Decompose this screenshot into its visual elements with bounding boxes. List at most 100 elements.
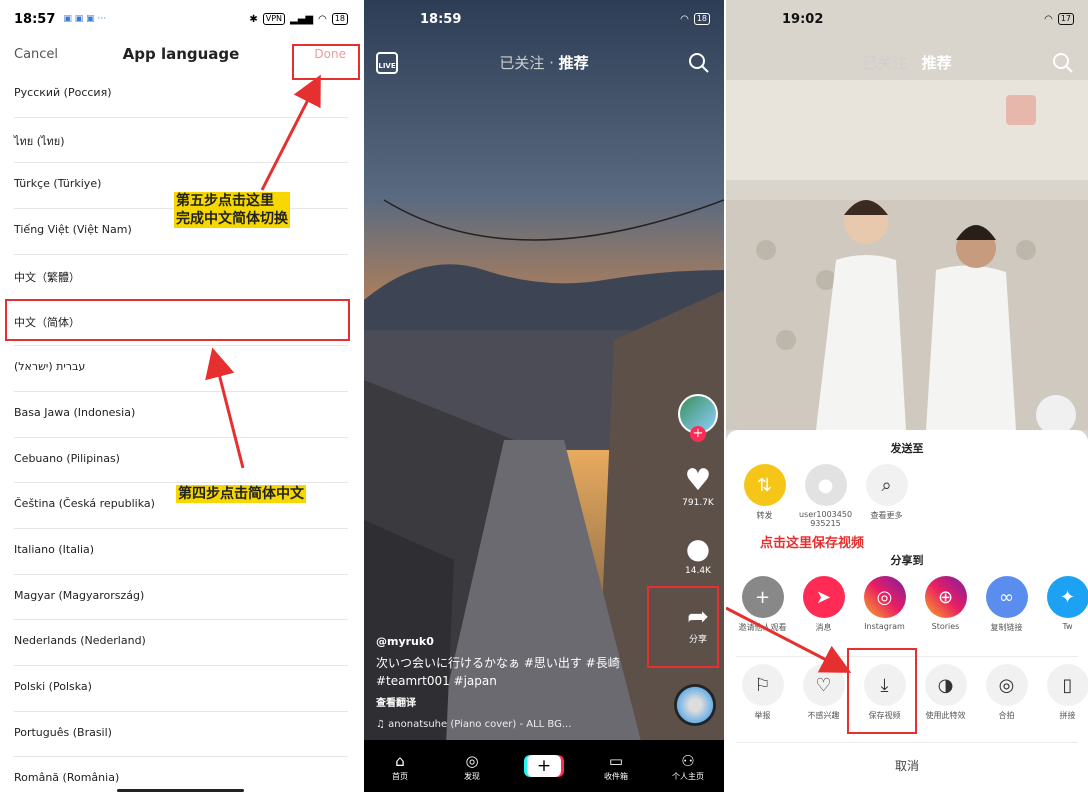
plus-icon: + bbox=[527, 755, 561, 777]
nav-discover[interactable]: ◎ 发现 bbox=[447, 751, 497, 782]
language-item[interactable]: עברית (ישראל) bbox=[14, 346, 348, 392]
status-bar: 19:02 ◠ 17 bbox=[726, 0, 1088, 38]
highlight-save-video-box bbox=[847, 648, 917, 734]
language-item[interactable]: 中文（繁體） bbox=[14, 255, 348, 301]
like-button[interactable]: ♥ 791.7K bbox=[678, 464, 718, 509]
language-item[interactable]: Magyar (Magyarország) bbox=[14, 575, 348, 621]
language-label: Cebuano (Pilipinas) bbox=[14, 451, 120, 465]
follow-plus-icon[interactable]: + bbox=[690, 426, 706, 442]
invite-icon: + bbox=[741, 576, 784, 618]
comment-count: 14.4K bbox=[685, 566, 711, 576]
language-item[interactable]: Português (Brasil) bbox=[14, 712, 348, 758]
share-option[interactable]: ● user1003450 935215 bbox=[795, 464, 856, 528]
share-option[interactable]: ◎ Instagram bbox=[854, 576, 915, 633]
search-icon: ⌕ bbox=[865, 464, 908, 506]
share-option[interactable]: + 邀请他人观看 bbox=[732, 576, 793, 633]
language-item[interactable]: Polski (Polska) bbox=[14, 666, 348, 712]
language-item[interactable]: Italiano (Italia) bbox=[14, 529, 348, 575]
tab-recommend[interactable]: 推荐 bbox=[559, 54, 589, 72]
creator-avatar[interactable]: + bbox=[678, 394, 718, 442]
like-count: 791.7K bbox=[682, 498, 714, 508]
status-bar: 18:57 ▣ ▣ ▣ ··· ✱ VPN ▂▄▆ ◠ 18 bbox=[0, 0, 362, 38]
profile-icon: ⚇ bbox=[681, 751, 695, 770]
share-sheet: 发送至 ⇅ 转发 ● user1003450 935215 ⌕ 查看更多 点击这里保存视频… bbox=[726, 430, 1088, 792]
cancel-button[interactable]: 取消 bbox=[726, 757, 1088, 774]
battery-icon: 18 bbox=[331, 13, 348, 25]
option-label: 复制链接 bbox=[990, 623, 1023, 632]
top-nav: LIVE 已关注 · 推荐 bbox=[364, 48, 724, 78]
option-label: Stories bbox=[931, 622, 960, 631]
username[interactable]: @myruk0 bbox=[376, 635, 636, 648]
message-icon: ➤ bbox=[802, 576, 845, 618]
tab-following[interactable]: 已关注 bbox=[499, 54, 544, 72]
comment-button[interactable]: ● 14.4K bbox=[678, 532, 718, 576]
language-settings-panel: 18:57 ▣ ▣ ▣ ··· ✱ VPN ▂▄▆ ◠ 18 Cancel Ap… bbox=[0, 0, 362, 792]
search-icon[interactable] bbox=[688, 52, 710, 74]
share-option[interactable]: ⊕ Stories bbox=[915, 576, 976, 633]
language-label: Magyar (Magyarország) bbox=[14, 588, 145, 602]
inbox-icon: ▭ bbox=[608, 751, 624, 770]
broken-heart-icon: ♡ bbox=[802, 664, 845, 706]
language-item[interactable]: Cebuano (Pilipinas) bbox=[14, 438, 348, 484]
annotation-save: 点击这里保存视频 bbox=[760, 536, 865, 551]
music-title: anonatsuhe (Piano cover) - ALL BG... bbox=[388, 719, 572, 730]
language-label: Basa Jawa (Indonesia) bbox=[14, 405, 136, 419]
tab-recommend[interactable]: 推荐 bbox=[922, 54, 952, 72]
translate-link[interactable]: 查看翻译 bbox=[376, 694, 636, 709]
option-label: 消息 bbox=[815, 623, 832, 632]
share-to-title: 分享到 bbox=[890, 554, 924, 567]
language-item[interactable]: ไทย (ไทย) bbox=[14, 118, 348, 164]
create-button[interactable]: + bbox=[519, 755, 569, 777]
user-avatar-icon: ● bbox=[804, 464, 847, 506]
instagram-icon: ◎ bbox=[863, 576, 906, 618]
share-option[interactable]: ♡ 不感兴趣 bbox=[793, 664, 854, 721]
status-time: 18:57 bbox=[14, 11, 56, 27]
compass-icon: ◎ bbox=[465, 751, 479, 770]
flag-icon: ⚐ bbox=[741, 664, 784, 706]
mask-icon: ◑ bbox=[924, 664, 967, 706]
music-note-icon: ♫ bbox=[376, 719, 389, 730]
battery-icon: 17 bbox=[1057, 13, 1074, 25]
wifi-icon: ◠ bbox=[680, 13, 689, 25]
share-option[interactable]: ◎ 合拍 bbox=[976, 664, 1037, 721]
language-item[interactable]: Română (România) bbox=[14, 757, 348, 792]
twitter-icon: ✦ bbox=[1046, 576, 1088, 618]
language-list: Русский (Россия) ไทย (ไทย) Türkçe (Türkiye… bbox=[0, 72, 362, 792]
share-option[interactable]: ◑ 使用此特效 bbox=[915, 664, 976, 721]
send-row: ⇅ 转发 ● user1003450 935215 ⌕ 查看更多 bbox=[734, 464, 1088, 528]
share-option[interactable]: ➤ 消息 bbox=[793, 576, 854, 633]
comment-icon: ● bbox=[685, 532, 711, 565]
option-label: 拼接 bbox=[1059, 711, 1076, 720]
share-option[interactable]: ⌕ 查看更多 bbox=[856, 464, 917, 528]
highlight-simplified-chinese-box bbox=[5, 299, 350, 341]
share-option[interactable]: ⇅ 转发 bbox=[734, 464, 795, 528]
language-item[interactable]: Nederlands (Nederland) bbox=[14, 620, 348, 666]
highlight-share-box bbox=[647, 586, 719, 668]
language-item[interactable]: Basa Jawa (Indonesia) bbox=[14, 392, 348, 438]
language-label: Türkçe (Türkiye) bbox=[14, 177, 102, 191]
option-label: Tw bbox=[1062, 622, 1073, 631]
tab-following[interactable]: 已关注 bbox=[862, 54, 907, 72]
share-option[interactable]: ✦ Tw bbox=[1037, 576, 1088, 633]
nav-inbox[interactable]: ▭ 收件箱 bbox=[591, 751, 641, 782]
option-label: user1003450 935215 bbox=[798, 510, 853, 528]
stories-icon: ⊕ bbox=[924, 576, 967, 618]
search-icon[interactable] bbox=[1052, 52, 1074, 74]
share-row: + 邀请他人观看 ➤ 消息 ◎ Instagram ⊕ Stories ∞ 复制链接 ✦ Tw bbox=[732, 576, 1088, 633]
status-time: 18:59 bbox=[420, 11, 462, 27]
language-label: Italiano (Italia) bbox=[14, 542, 95, 556]
share-option[interactable]: ▯ 拼接 bbox=[1037, 664, 1088, 721]
home-icon: ⌂ bbox=[395, 751, 405, 770]
share-option[interactable]: ∞ 复制链接 bbox=[976, 576, 1037, 633]
highlight-done-box bbox=[292, 44, 360, 80]
nav-home[interactable]: ⌂ 首页 bbox=[375, 751, 425, 782]
duet-icon: ◎ bbox=[985, 664, 1028, 706]
option-label: 邀请他人观看 bbox=[738, 623, 787, 632]
stitch-icon: ▯ bbox=[1046, 664, 1088, 706]
nav-profile[interactable]: ⚇ 个人主页 bbox=[663, 751, 713, 782]
language-label: Português (Brasil) bbox=[14, 725, 112, 739]
share-option[interactable]: ⚐ 举报 bbox=[732, 664, 793, 721]
music-disc-icon[interactable] bbox=[674, 684, 716, 726]
language-label: ไทย (ไทย) bbox=[14, 134, 65, 148]
option-label: 举报 bbox=[754, 711, 771, 720]
